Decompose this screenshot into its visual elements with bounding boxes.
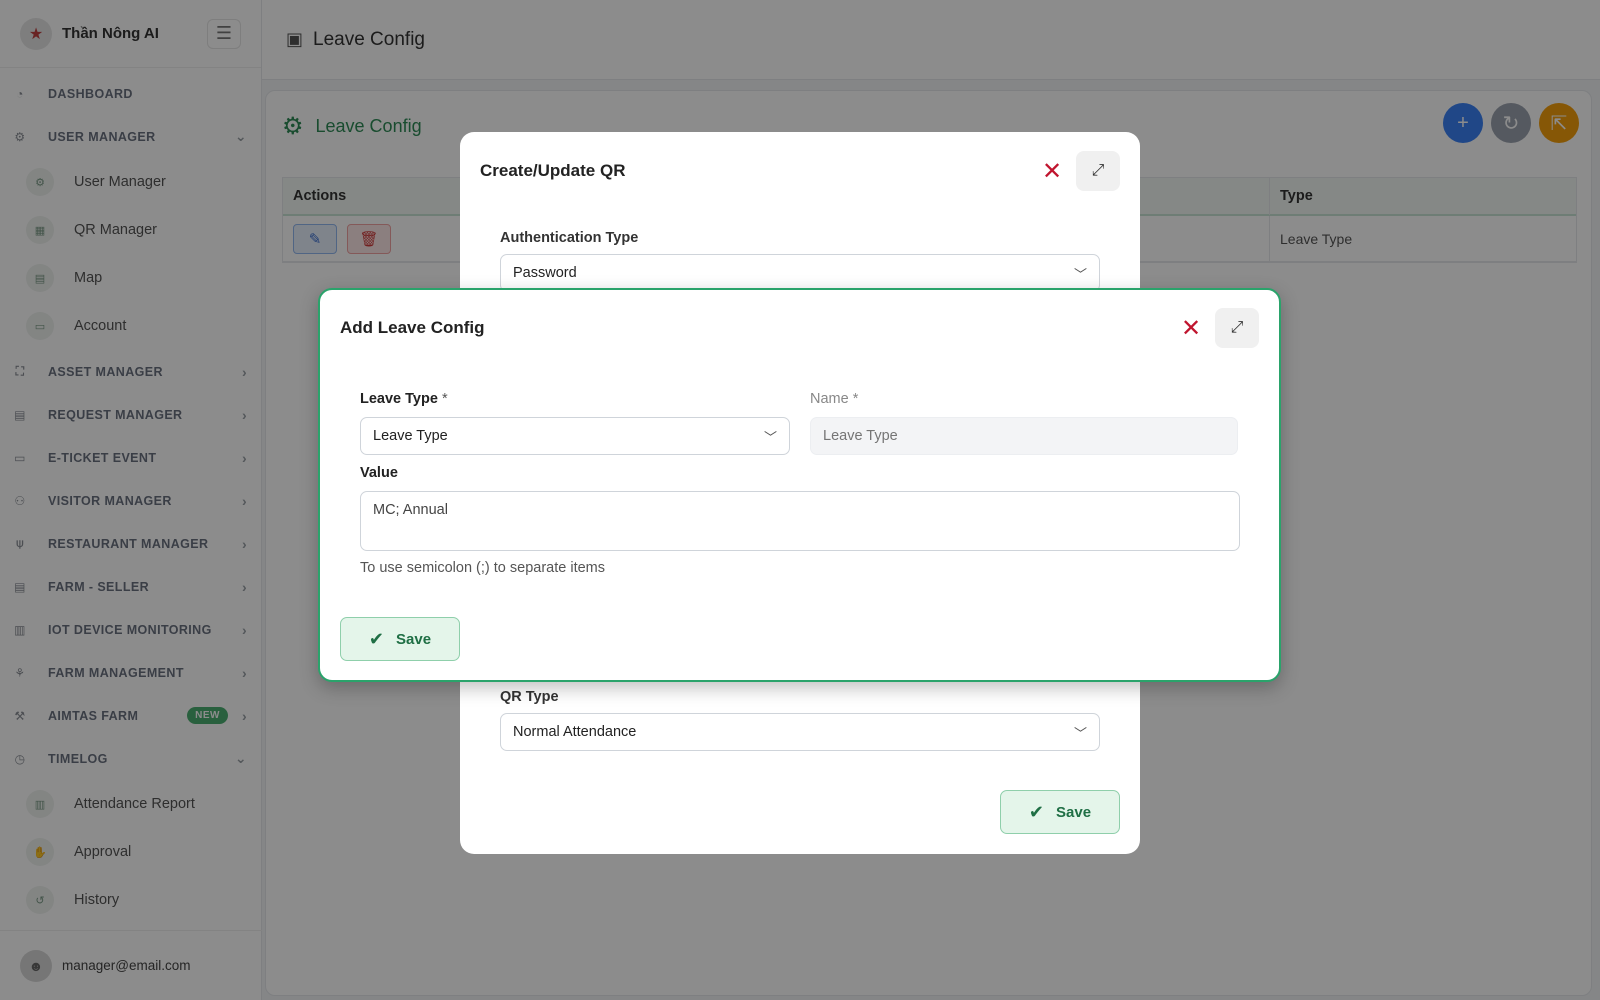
leave-type-label: Leave Type * <box>360 391 448 407</box>
leave-save-label: Save <box>396 630 432 648</box>
chevron-down-icon: ﹀ <box>1073 725 1087 741</box>
required-mark: * <box>852 391 859 407</box>
leave-type-select[interactable]: Leave Type ﹀ <box>360 417 790 455</box>
qr-type-label: QR Type <box>500 689 559 705</box>
leave-close-icon[interactable]: ✕ <box>1173 314 1209 343</box>
leave-modal-title: Add Leave Config <box>340 318 485 337</box>
qr-save-label: Save <box>1056 803 1092 821</box>
auth-type-label: Authentication Type <box>500 230 639 246</box>
chevron-down-icon: ﹀ <box>763 429 777 445</box>
leave-modal-header: Add Leave Config ✕ ⤢ <box>320 290 1279 366</box>
leave-save-button[interactable]: ✔ Save <box>340 617 460 661</box>
auth-type-select[interactable]: Password ﹀ <box>500 254 1100 292</box>
required-mark: * <box>441 391 448 407</box>
check-icon: ✔ <box>1028 801 1045 822</box>
auth-type-value: Password <box>513 265 577 281</box>
qr-modal-title: Create/Update QR <box>480 161 626 180</box>
name-label-text: Name <box>810 391 849 407</box>
qr-modal-header: Create/Update QR ✕ ⤢ <box>460 132 1140 210</box>
leave-type-value: Leave Type <box>373 428 448 444</box>
qr-save-button[interactable]: ✔ Save <box>1000 790 1120 834</box>
chevron-down-icon: ﹀ <box>1073 266 1087 282</box>
qr-close-icon[interactable]: ✕ <box>1034 157 1070 186</box>
qr-type-value: Normal Attendance <box>513 724 637 740</box>
value-hint: To use semicolon (;) to separate items <box>360 560 605 576</box>
qr-expand-icon[interactable]: ⤢ <box>1076 151 1120 191</box>
qr-type-select[interactable]: Normal Attendance ﹀ <box>500 713 1100 751</box>
value-textarea[interactable]: MC; Annual <box>360 491 1240 551</box>
add-leave-config-modal: Add Leave Config ✕ ⤢ Leave Type * Leave … <box>318 288 1281 682</box>
check-icon: ✔ <box>368 628 385 649</box>
value-label: Value <box>360 465 398 481</box>
leave-type-label-text: Leave Type <box>360 391 438 407</box>
name-label: Name * <box>810 391 858 407</box>
leave-expand-icon[interactable]: ⤢ <box>1215 308 1259 348</box>
name-input[interactable] <box>810 417 1238 455</box>
